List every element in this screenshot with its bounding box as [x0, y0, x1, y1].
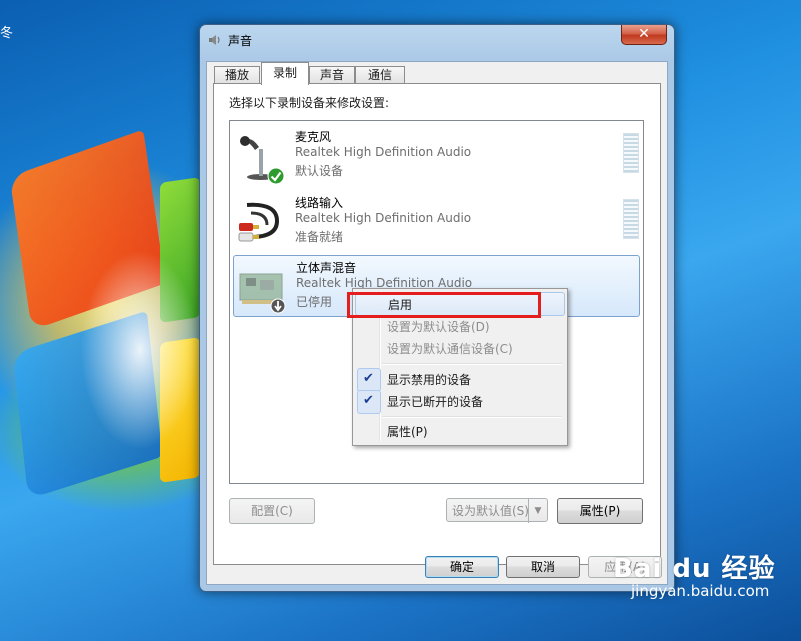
set-default-label: 设为默认值(S): [452, 504, 529, 518]
level-meter: [623, 133, 639, 173]
menu-separator: [382, 363, 562, 365]
speaker-icon: [209, 35, 220, 45]
level-meter: [623, 199, 639, 239]
device-driver: Realtek High Definition Audio: [295, 211, 472, 225]
menu-separator: [382, 416, 562, 418]
tab-communications[interactable]: 通信: [355, 66, 405, 84]
menu-item-properties[interactable]: 属性(P): [355, 420, 563, 442]
menu-item-show-disabled[interactable]: ✔ 显示禁用的设备: [355, 368, 563, 392]
menu-item-label: 设置为默认设备(D): [387, 320, 490, 334]
logo-glow: [80, 250, 200, 450]
cancel-button[interactable]: 取消: [506, 556, 580, 578]
watermark-brand: Bai du 经验: [613, 554, 776, 584]
device-status: 已停用: [296, 295, 333, 309]
panel-prompt: 选择以下录制设备来修改设置:: [229, 96, 390, 110]
disabled-arrow-icon: [270, 298, 286, 314]
menu-item-show-disconnected[interactable]: ✔ 显示已断开的设备: [355, 390, 563, 414]
checkmark-glyph: ✔: [363, 393, 374, 408]
menu-item-set-default-comm-device[interactable]: 设置为默认通信设备(C): [355, 337, 563, 359]
properties-button[interactable]: 属性(P): [557, 498, 643, 524]
set-default-split-button[interactable]: 设为默认值(S) ▼: [446, 498, 548, 523]
annotation-highlight-box: [347, 292, 541, 318]
audio-cable-icon: [238, 202, 280, 242]
device-name: 麦克风: [295, 130, 332, 144]
device-status: 准备就绪: [295, 230, 344, 244]
tab-recording[interactable]: 录制: [261, 62, 309, 85]
baidu-jingyan-watermark: Bai du 经验 jingyan.baidu.com: [613, 548, 776, 600]
close-button[interactable]: ✕: [621, 25, 667, 45]
window-title: 声音: [228, 34, 253, 48]
watermark-url: jingyan.baidu.com: [631, 582, 770, 600]
chevron-down-icon[interactable]: ▼: [528, 499, 547, 523]
tab-sounds[interactable]: 声音: [309, 66, 355, 84]
tab-playback[interactable]: 播放: [214, 66, 260, 84]
ok-button[interactable]: 确定: [425, 556, 499, 578]
checkmark-icon: ✔: [357, 390, 381, 414]
desktop-icon-label-fragment[interactable]: 冬: [0, 22, 13, 41]
device-name: 立体声混音: [296, 261, 357, 275]
menu-item-label: 设置为默认通信设备(C): [387, 342, 513, 356]
checkmark-icon: ✔: [357, 368, 381, 392]
configure-button[interactable]: 配置(C): [229, 498, 315, 524]
title-bar[interactable]: 声音 ✕: [200, 25, 674, 53]
menu-item-set-default-device[interactable]: 设置为默认设备(D): [355, 315, 563, 337]
device-row-line-in[interactable]: 线路输入 Realtek High Definition Audio 准备就绪: [233, 191, 639, 251]
device-row-microphone[interactable]: 麦克风 Realtek High Definition Audio 默认设备: [233, 125, 639, 185]
device-name: 线路输入: [295, 196, 344, 210]
menu-item-label: 显示禁用的设备: [387, 373, 472, 387]
device-status: 默认设备: [295, 164, 344, 178]
menu-item-label: 属性(P): [387, 425, 428, 439]
device-driver: Realtek High Definition Audio: [295, 145, 472, 159]
default-check-icon: [267, 167, 285, 185]
checkmark-glyph: ✔: [363, 371, 374, 386]
menu-item-label: 显示已断开的设备: [387, 395, 484, 409]
